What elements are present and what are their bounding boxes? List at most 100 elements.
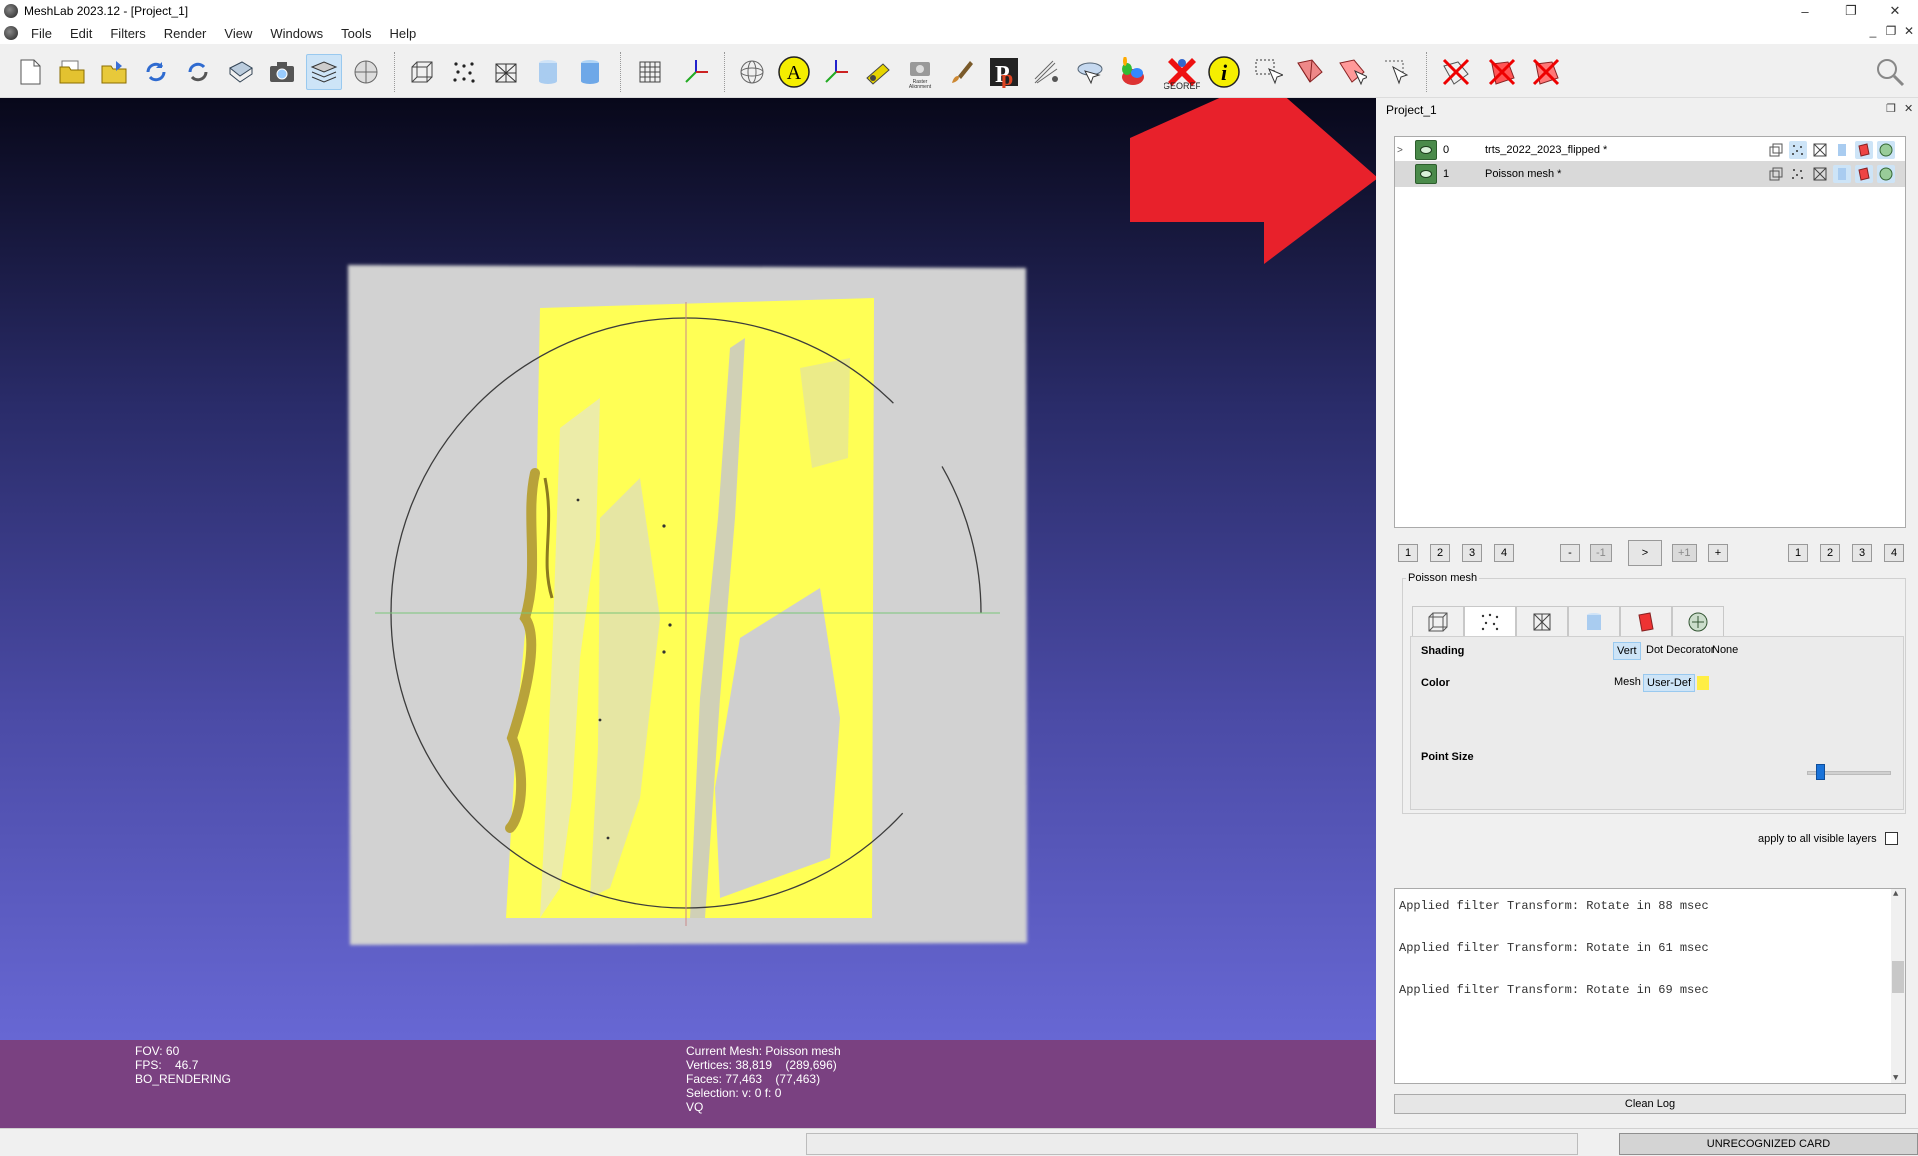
prev-minus1-button[interactable]: -1 bbox=[1590, 544, 1612, 562]
visibility-eye-icon[interactable] bbox=[1415, 140, 1437, 160]
dock-close-button[interactable]: ✕ bbox=[1904, 102, 1913, 115]
user-color-swatch[interactable] bbox=[1697, 676, 1709, 690]
view-slot-4-right[interactable]: 4 bbox=[1884, 544, 1904, 562]
view-slot-1-left[interactable]: 1 bbox=[1398, 544, 1418, 562]
wire-mode-icon[interactable] bbox=[1811, 165, 1829, 183]
save-icon[interactable] bbox=[222, 54, 258, 90]
raster-alignment-icon[interactable]: Raster Alignment bbox=[902, 54, 938, 90]
prev-minus-button[interactable]: - bbox=[1560, 544, 1580, 562]
decorator-mode-icon[interactable] bbox=[1877, 165, 1895, 183]
smooth-shading-icon[interactable] bbox=[572, 54, 608, 90]
menu-render[interactable]: Render bbox=[155, 26, 216, 41]
view-slot-2-right[interactable]: 2 bbox=[1820, 544, 1840, 562]
mesh-scene[interactable] bbox=[0, 98, 1376, 1048]
apply-all-checkbox[interactable] bbox=[1884, 832, 1898, 845]
mdi-doc-icon[interactable] bbox=[4, 26, 18, 40]
scroll-down-icon[interactable]: ▼ bbox=[1893, 1073, 1898, 1083]
shading-none-option[interactable]: None bbox=[1709, 642, 1741, 658]
reload-all-icon[interactable] bbox=[180, 54, 216, 90]
search-icon[interactable] bbox=[1872, 54, 1908, 90]
select-connected-icon[interactable] bbox=[1334, 54, 1370, 90]
tab-points[interactable] bbox=[1464, 606, 1516, 636]
tab-bbox[interactable] bbox=[1412, 606, 1464, 636]
expand-arrow-icon[interactable]: > bbox=[1397, 145, 1403, 156]
menu-edit[interactable]: Edit bbox=[61, 26, 101, 41]
shading-dot-decorator-option[interactable]: Dot Decorator bbox=[1643, 642, 1717, 658]
bunny-color-icon[interactable] bbox=[1114, 54, 1150, 90]
apply-all-row[interactable]: apply to all visible layers bbox=[1758, 832, 1898, 845]
dock-float-button[interactable]: ❐ bbox=[1886, 102, 1896, 115]
texture-mode-icon[interactable] bbox=[1855, 141, 1873, 159]
decorator-mode-icon[interactable] bbox=[1877, 141, 1895, 159]
flat-shading-icon[interactable] bbox=[530, 54, 566, 90]
texture-mode-icon[interactable] bbox=[1855, 165, 1873, 183]
color-mesh-option[interactable]: Mesh bbox=[1611, 674, 1644, 690]
reload-icon[interactable] bbox=[138, 54, 174, 90]
menu-windows[interactable]: Windows bbox=[261, 26, 332, 41]
open-project-icon[interactable] bbox=[54, 54, 90, 90]
axes-icon[interactable] bbox=[678, 54, 714, 90]
select-faces-rect-icon[interactable] bbox=[1250, 54, 1286, 90]
tab-fill[interactable] bbox=[1568, 606, 1620, 636]
align-tool-icon[interactable] bbox=[1072, 54, 1108, 90]
next-plus-button[interactable]: + bbox=[1708, 544, 1728, 562]
snapshot-icon[interactable] bbox=[264, 54, 300, 90]
layer-row[interactable]: > 0 trts_2022_2023_flipped * bbox=[1395, 137, 1905, 163]
clean-log-button[interactable]: Clean Log bbox=[1394, 1094, 1906, 1114]
measure-tool-icon[interactable] bbox=[860, 54, 896, 90]
menu-tools[interactable]: Tools bbox=[332, 26, 380, 41]
mdi-restore-button[interactable]: ❐ bbox=[1882, 24, 1900, 38]
menu-help[interactable]: Help bbox=[380, 26, 425, 41]
grid-icon[interactable] bbox=[632, 54, 668, 90]
log-panel[interactable]: Applied filter Transform: Rotate in 88 m… bbox=[1394, 888, 1906, 1084]
wireframe-icon[interactable] bbox=[488, 54, 524, 90]
wire-mode-icon[interactable] bbox=[1811, 141, 1829, 159]
fill-mode-icon[interactable] bbox=[1833, 165, 1851, 183]
tab-wireframe[interactable] bbox=[1516, 606, 1568, 636]
view-slot-4-left[interactable]: 4 bbox=[1494, 544, 1514, 562]
trackball-icon[interactable] bbox=[734, 54, 770, 90]
info-icon[interactable]: i bbox=[1206, 54, 1242, 90]
fill-mode-icon[interactable] bbox=[1833, 141, 1851, 159]
restore-button[interactable]: ❐ bbox=[1828, 0, 1874, 22]
sampling-rays-icon[interactable] bbox=[1028, 54, 1064, 90]
menu-filters[interactable]: Filters bbox=[101, 26, 154, 41]
3d-viewport[interactable] bbox=[0, 98, 1376, 1128]
layer-dialog-icon[interactable] bbox=[306, 54, 342, 90]
view-slot-2-left[interactable]: 2 bbox=[1430, 544, 1450, 562]
raster-layer-icon[interactable] bbox=[348, 54, 384, 90]
delete-vertices-icon[interactable] bbox=[1438, 54, 1474, 90]
menu-file[interactable]: File bbox=[22, 26, 61, 41]
new-project-icon[interactable] bbox=[12, 54, 48, 90]
view-slot-3-right[interactable]: 3 bbox=[1852, 544, 1872, 562]
tab-decorators[interactable] bbox=[1672, 606, 1724, 636]
log-scroll-thumb[interactable] bbox=[1892, 961, 1904, 993]
bbox-icon[interactable] bbox=[404, 54, 440, 90]
pick-points-icon[interactable]: Pp bbox=[986, 54, 1022, 90]
bbox-mode-icon[interactable] bbox=[1767, 141, 1785, 159]
delete-faces-vertices-icon[interactable] bbox=[1528, 54, 1564, 90]
points-icon[interactable] bbox=[446, 54, 482, 90]
menu-view[interactable]: View bbox=[215, 26, 261, 41]
view-slot-3-left[interactable]: 3 bbox=[1462, 544, 1482, 562]
visibility-eye-icon[interactable] bbox=[1415, 164, 1437, 184]
georef-icon[interactable]: GEOREF bbox=[1164, 54, 1200, 90]
pointer-select-icon[interactable] bbox=[1378, 54, 1414, 90]
mdi-close-button[interactable]: ✕ bbox=[1900, 24, 1918, 38]
axis-frame-icon[interactable] bbox=[818, 54, 854, 90]
close-button[interactable]: ✕ bbox=[1872, 0, 1918, 22]
tab-texture[interactable] bbox=[1620, 606, 1672, 636]
delete-faces-icon[interactable] bbox=[1484, 54, 1520, 90]
select-vertices-icon[interactable] bbox=[1292, 54, 1328, 90]
point-size-slider[interactable] bbox=[1815, 764, 1825, 780]
points-mode-icon[interactable] bbox=[1789, 165, 1807, 183]
annotation-a-icon[interactable]: A bbox=[776, 54, 812, 90]
mdi-minimize-button[interactable]: _ bbox=[1864, 24, 1882, 38]
next-layer-button[interactable]: > bbox=[1628, 540, 1662, 566]
next-plus1-button[interactable]: +1 bbox=[1672, 544, 1697, 562]
scroll-up-icon[interactable]: ▲ bbox=[1893, 889, 1898, 899]
import-mesh-icon[interactable] bbox=[96, 54, 132, 90]
shading-vert-option[interactable]: Vert bbox=[1613, 642, 1641, 660]
log-scrollbar[interactable]: ▲ ▼ bbox=[1891, 889, 1905, 1083]
color-userdef-option[interactable]: User-Def bbox=[1643, 674, 1696, 692]
